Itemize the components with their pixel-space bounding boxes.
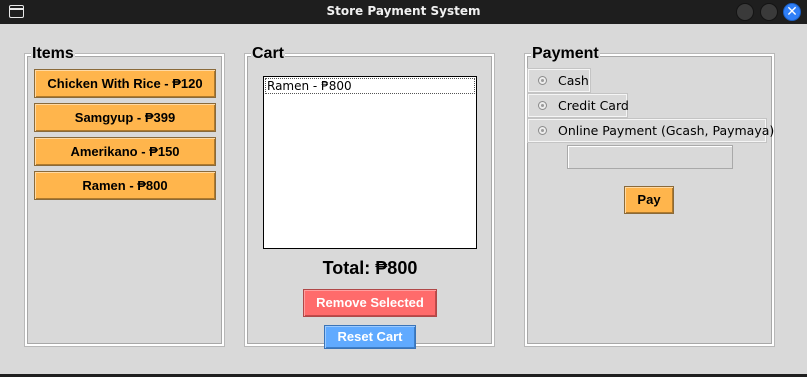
payment-frame: Payment Cash Credit Card Online Payment … <box>524 45 775 347</box>
item-button-ramen[interactable]: Ramen - ₱800 <box>34 171 216 200</box>
item-button-amerikano[interactable]: Amerikano - ₱150 <box>34 137 216 166</box>
payment-option-label: Online Payment (Gcash, Paymaya) <box>558 123 775 138</box>
cart-total: Total: ₱800 <box>322 258 418 278</box>
close-icon: ✕ <box>786 4 798 20</box>
cart-list-item[interactable]: Ramen - ₱800 <box>265 78 475 94</box>
payment-option-label: Credit Card <box>558 98 629 113</box>
payment-option-cash[interactable]: Cash <box>527 68 591 93</box>
minimize-button[interactable] <box>736 3 754 21</box>
items-frame-title: Items <box>31 45 75 63</box>
radio-button-icon[interactable] <box>538 76 547 85</box>
cart-frame: Cart Ramen - ₱800 Total: ₱800 Remove Sel… <box>244 45 495 349</box>
payment-option-online[interactable]: Online Payment (Gcash, Paymaya) <box>527 118 774 143</box>
remove-selected-button[interactable]: Remove Selected <box>303 289 437 317</box>
payment-option-label: Cash <box>558 73 589 88</box>
item-button-samgyup[interactable]: Samgyup - ₱399 <box>34 103 216 132</box>
payment-details-input[interactable] <box>567 145 733 169</box>
radio-button-icon[interactable] <box>538 101 547 110</box>
title-bar: Store Payment System ✕ <box>0 0 807 24</box>
cart-listbox[interactable]: Ramen - ₱800 <box>263 76 477 249</box>
payment-frame-title: Payment <box>531 45 600 63</box>
close-button[interactable]: ✕ <box>783 3 801 21</box>
pay-button[interactable]: Pay <box>624 186 674 214</box>
cart-frame-title: Cart <box>251 45 286 63</box>
window-title: Store Payment System <box>326 4 481 18</box>
reset-cart-button[interactable]: Reset Cart <box>324 325 416 349</box>
main-window: Items Chicken With Rice - ₱120 Samgyup -… <box>0 24 807 377</box>
maximize-button[interactable] <box>760 3 778 21</box>
radio-button-icon[interactable] <box>538 126 547 135</box>
items-frame: Items Chicken With Rice - ₱120 Samgyup -… <box>24 45 225 347</box>
item-button-chicken-with-rice[interactable]: Chicken With Rice - ₱120 <box>34 69 216 98</box>
payment-option-credit-card[interactable]: Credit Card <box>527 93 629 118</box>
